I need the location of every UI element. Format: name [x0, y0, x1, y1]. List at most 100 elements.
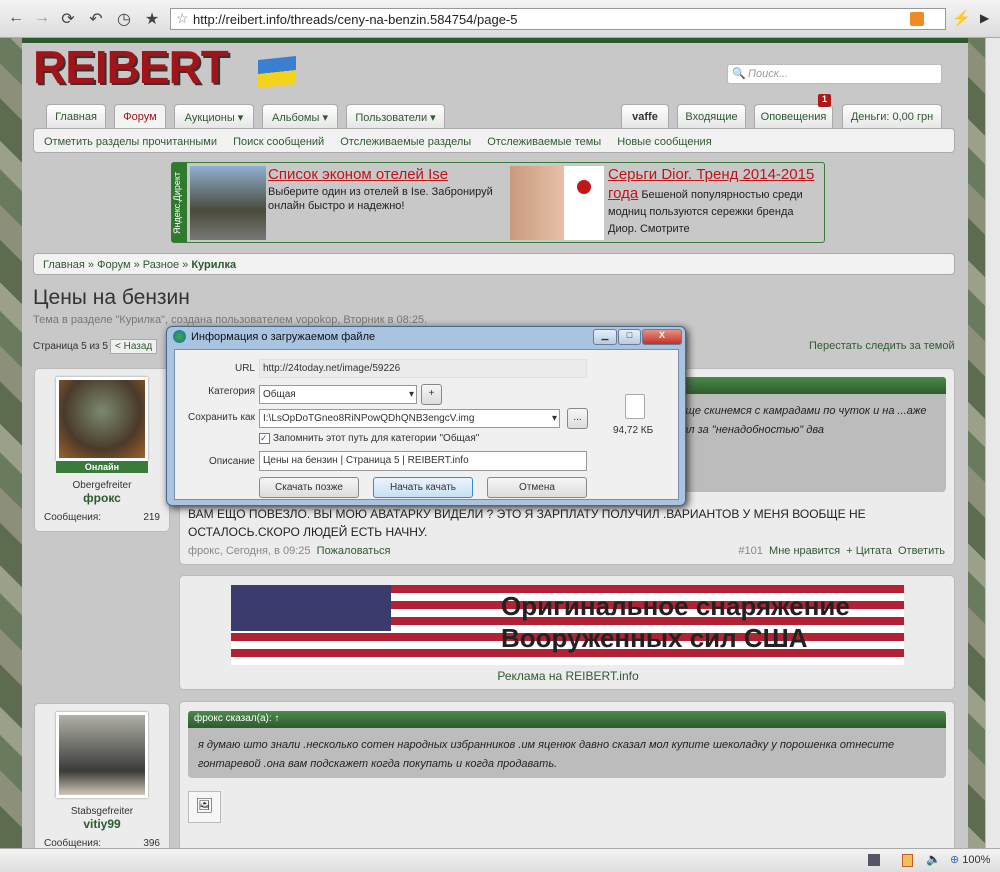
url-text: http://reibert.info/threads/ceny-na-benz…	[193, 12, 518, 27]
remember-checkbox[interactable]: ✓	[259, 433, 270, 444]
category-label: Категория	[208, 386, 255, 397]
add-category-button[interactable]: +	[421, 384, 442, 405]
lightning-icon[interactable]: ⚡	[952, 9, 971, 27]
address-bar[interactable]: http://reibert.info/threads/ceny-na-benz…	[170, 8, 946, 30]
post-author-date[interactable]: фрокс, Сегодня, в 09:25	[188, 545, 311, 557]
ad1-image[interactable]	[190, 166, 266, 240]
tab-money[interactable]: Деньги: 0,00 грн	[842, 104, 942, 128]
category-value: Общая	[263, 389, 296, 400]
yandex-ads: Яндекс.Директ Список эконом отелей Ise В…	[171, 162, 825, 243]
tab-alerts[interactable]: Оповещения	[754, 104, 833, 128]
tab-inbox[interactable]: Входящие	[677, 104, 746, 128]
ad-banner-box: Оригинальное снаряжение Вооруженных сил …	[179, 575, 955, 690]
ad2-content: Серьги Dior. Тренд 2014-2015 года Бешено…	[608, 166, 823, 238]
username[interactable]: фрокс	[35, 491, 169, 505]
ukraine-flag-icon	[258, 56, 296, 88]
messages-label: Сообщения:	[44, 512, 102, 523]
save-path-field[interactable]: I:\LsOpDoTGneo8RiNPowQDhQNB3engcV.img ▾	[259, 409, 560, 428]
tab-username[interactable]: vaffe	[621, 104, 669, 128]
search-placeholder: Поиск...	[748, 68, 789, 80]
addon-icon[interactable]	[868, 854, 880, 866]
close-button[interactable]: X	[642, 329, 682, 345]
history-icon[interactable]: ◷	[114, 9, 134, 29]
description-field[interactable]: Цены на бензин | Страница 5 | REIBERT.in…	[259, 451, 587, 471]
unwatch-link[interactable]: Перестать следить за темой	[809, 340, 955, 352]
like-link[interactable]: Мне нравится	[769, 545, 840, 557]
page-info: Страница 5 из 5	[33, 341, 108, 352]
undo-icon[interactable]: ↶	[86, 9, 106, 29]
crumb-current[interactable]: Курилка	[191, 259, 236, 271]
browse-button[interactable]: ...	[567, 408, 588, 429]
broken-image-icon[interactable]: 🖼	[188, 791, 221, 823]
tab-auctions[interactable]: Аукционы ▾	[174, 104, 254, 128]
subnav-mark-read[interactable]: Отметить разделы прочитанными	[44, 136, 217, 148]
url-field[interactable]: http://24today.net/image/59226	[259, 359, 587, 378]
dialog-body: URL http://24today.net/image/59226 Катег…	[174, 349, 679, 500]
chevron-down-icon: ▾	[551, 413, 557, 424]
ad-label: Яндекс.Директ	[172, 163, 187, 242]
search-input[interactable]: 🔍 Поиск...	[727, 64, 942, 84]
subnav-search-messages[interactable]: Поиск сообщений	[233, 136, 324, 148]
avatar[interactable]	[56, 712, 148, 798]
tab-home[interactable]: Главная	[46, 104, 106, 128]
download-later-button[interactable]: Скачать позже	[259, 477, 359, 498]
tab-users[interactable]: Пользователи ▾	[346, 104, 445, 128]
banner-caption[interactable]: Реклама на REIBERT.info	[180, 669, 956, 683]
crumb-forum[interactable]: Форум	[97, 259, 130, 271]
username[interactable]: vitiy99	[35, 817, 169, 831]
scrollbar[interactable]	[985, 38, 1000, 848]
zoom-control[interactable]: ⊕ 100%	[950, 853, 990, 866]
alerts-badge: 1	[818, 94, 831, 107]
dialog-title: Информация о загружаемом файле	[191, 331, 376, 343]
quote-header[interactable]: фрокс сказал(а): ↑	[188, 711, 946, 728]
rss-icon[interactable]	[910, 12, 924, 26]
us-flag-canton	[231, 585, 391, 631]
user-panel: Stabsgefreiter vitiy99 Сообщения: 396	[34, 703, 170, 853]
tab-label: Пользователи	[355, 112, 428, 124]
ad1-text: Выберите один из отелей в Ise. Заброниру…	[268, 186, 493, 212]
subnav-watched-forums[interactable]: Отслеживаемые разделы	[340, 136, 471, 148]
back-icon[interactable]: ←	[6, 9, 26, 27]
report-link[interactable]: Пожаловаться	[317, 545, 391, 557]
forward-icon[interactable]: →	[32, 9, 52, 27]
star-outline-icon[interactable]: ☆	[176, 10, 189, 27]
quote-link[interactable]: + Цитата	[846, 545, 892, 557]
subnav-watched-threads[interactable]: Отслеживаемые темы	[487, 136, 601, 148]
user-rank: Stabsgefreiter	[70, 806, 134, 817]
thread-subtitle: Тема в разделе "Курилка", создана пользо…	[33, 314, 428, 326]
online-badge: Онлайн	[56, 461, 148, 473]
tab-forum[interactable]: Форум	[114, 104, 166, 130]
save-path-value: I:\LsOpDoTGneo8RiNPowQDhQNB3engcV.img	[263, 413, 475, 424]
save-as-label: Сохранить как	[187, 412, 255, 423]
subnav-new-posts[interactable]: Новые сообщения	[617, 136, 711, 148]
start-download-button[interactable]: Начать качать	[373, 477, 473, 498]
post-number[interactable]: #101	[738, 545, 762, 557]
ad1-title[interactable]: Список эконом отелей Ise	[268, 166, 448, 183]
tab-albums[interactable]: Альбомы ▾	[262, 104, 338, 128]
banner-image[interactable]: Оригинальное снаряжение Вооруженных сил …	[231, 585, 904, 665]
quote-body: я думаю што знали .несколько сотен народ…	[188, 728, 946, 778]
tab-label: Альбомы	[272, 112, 320, 124]
cancel-button[interactable]: Отмена	[487, 477, 587, 498]
ad2-image-ear[interactable]	[510, 166, 564, 240]
category-select[interactable]: Общая ▾	[259, 385, 417, 404]
avatar[interactable]	[56, 377, 148, 461]
ad2-image-earrings[interactable]	[564, 166, 604, 240]
reply-link[interactable]: Ответить	[898, 545, 945, 557]
ad2-text: Бешеной популярностью среди модниц польз…	[608, 189, 803, 235]
sound-icon[interactable]: 🔈	[926, 852, 941, 866]
site-logo[interactable]: REIBERT	[33, 40, 229, 94]
minimize-button[interactable]: ▁	[593, 329, 617, 345]
bookmark-star-icon[interactable]: ★	[142, 9, 162, 29]
notes-icon[interactable]	[902, 854, 913, 867]
crumb-home[interactable]: Главная	[43, 259, 85, 271]
url-label: URL	[234, 363, 255, 374]
crumb-misc[interactable]: Разное	[143, 259, 179, 271]
post-actions: #101 Мне нравится + Цитата Ответить	[738, 545, 945, 557]
page-title: Цены на бензин	[33, 286, 190, 309]
prev-page-button[interactable]: < Назад	[110, 339, 158, 354]
reload-icon[interactable]: ⟳	[58, 9, 78, 29]
menu-arrow-icon[interactable]: ▶	[980, 11, 989, 25]
maximize-button[interactable]: □	[618, 329, 641, 345]
user-panel: Онлайн Obergefreiter фрокс Сообщения: 219	[34, 368, 170, 532]
